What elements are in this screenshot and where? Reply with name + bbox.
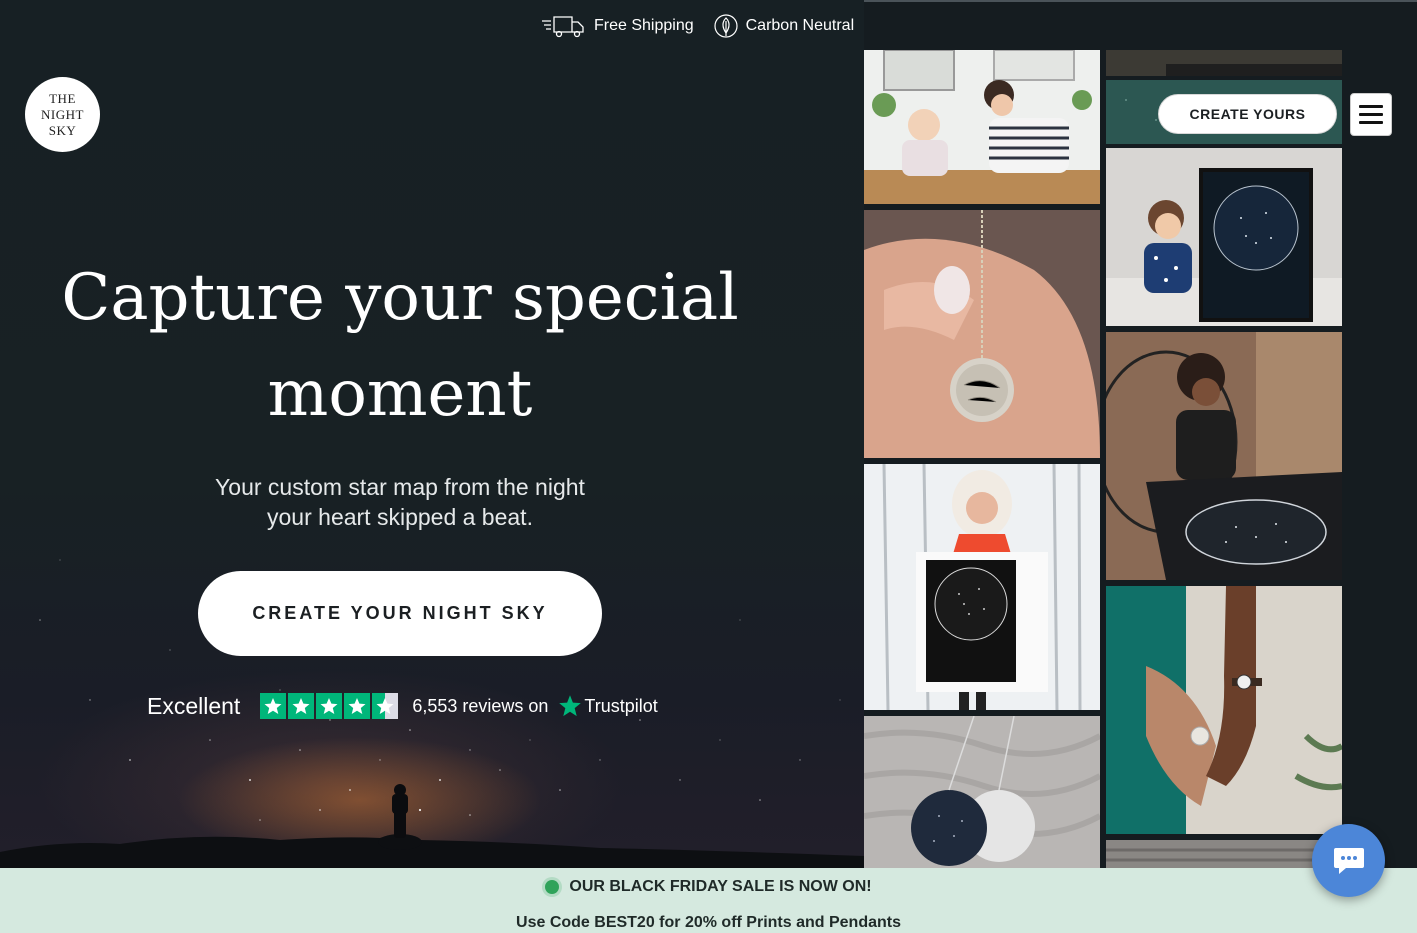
subhead-line-2: your heart skipped a beat. — [267, 504, 533, 530]
delivery-truck-icon — [542, 16, 584, 38]
half-star-icon — [372, 693, 399, 719]
menu-line — [1359, 113, 1383, 116]
photo-mother-and-baby — [864, 50, 1100, 204]
menu-line — [1359, 105, 1383, 108]
hero-subheading: Your custom star map from the night your… — [180, 472, 620, 532]
photo-bottom-strip — [1106, 840, 1342, 868]
star-icon — [316, 693, 343, 719]
promo-code-text: Use Code BEST20 for 20% off Prints and P… — [516, 914, 901, 931]
headline-line-1: Capture your special — [61, 261, 739, 335]
photo-collage — [864, 50, 1342, 868]
trust-rating-label: Excellent — [147, 692, 241, 719]
trust-stars — [260, 693, 399, 719]
photo-woman-in-snow — [864, 464, 1100, 710]
photo-boy-with-star-map — [1106, 148, 1342, 326]
trustpilot-star-icon — [559, 695, 582, 717]
free-shipping: Free Shipping — [540, 13, 694, 39]
leaf-icon — [714, 14, 738, 38]
photo-pendant-in-hand — [864, 210, 1100, 458]
landscape-silhouette — [0, 784, 864, 868]
logo-line-3: SKY — [48, 122, 77, 138]
promo-headline-text: OUR BLACK FRIDAY SALE IS NOW ON! — [569, 878, 872, 895]
photo-holding-hands-bracelet — [1106, 586, 1342, 834]
headline-line-2: moment — [267, 357, 533, 431]
logo-line-1: THE — [49, 90, 76, 106]
menu-line — [1359, 121, 1383, 124]
trustpilot-widget[interactable]: Excellent 6,553 reviews on Trustpilot — [147, 690, 658, 722]
trustpilot-logo: Trustpilot — [558, 694, 658, 718]
star-icon — [344, 693, 371, 719]
free-shipping-label: Free Shipping — [594, 17, 694, 34]
carbon-neutral: Carbon Neutral — [714, 13, 855, 39]
carbon-neutral-label: Carbon Neutral — [745, 17, 855, 34]
photo-two-pendants — [864, 716, 1100, 868]
promo-headline: OUR BLACK FRIDAY SALE IS NOW ON! — [0, 878, 1417, 896]
create-yours-button[interactable]: CREATE YOURS — [1158, 94, 1337, 134]
promo-banner[interactable]: OUR BLACK FRIDAY SALE IS NOW ON! Use Cod… — [0, 868, 1417, 933]
star-icon — [288, 693, 315, 719]
subhead-line-1: Your custom star map from the night — [215, 474, 585, 500]
star-icon — [260, 693, 287, 719]
trust-review-count: 6,553 reviews on — [412, 695, 549, 716]
create-night-sky-button[interactable]: CREATE YOUR NIGHT SKY — [198, 571, 602, 656]
hamburger-menu-icon[interactable] — [1350, 93, 1392, 136]
chat-icon-glyph — [1333, 847, 1364, 874]
site-logo[interactable]: THE NIGHT SKY — [25, 77, 100, 152]
photo-top-strip — [1106, 50, 1342, 76]
hero-headline: Capture your special moment — [60, 250, 740, 442]
photo-woman-with-frame — [1106, 332, 1342, 580]
logo-line-2: NIGHT — [41, 106, 84, 122]
trustpilot-brand-name: Trustpilot — [584, 695, 658, 716]
chat-bubble-icon[interactable] — [1312, 824, 1385, 897]
status-dot-icon — [545, 880, 560, 894]
utility-bar: Free Shipping Carbon Neutral — [540, 12, 854, 40]
